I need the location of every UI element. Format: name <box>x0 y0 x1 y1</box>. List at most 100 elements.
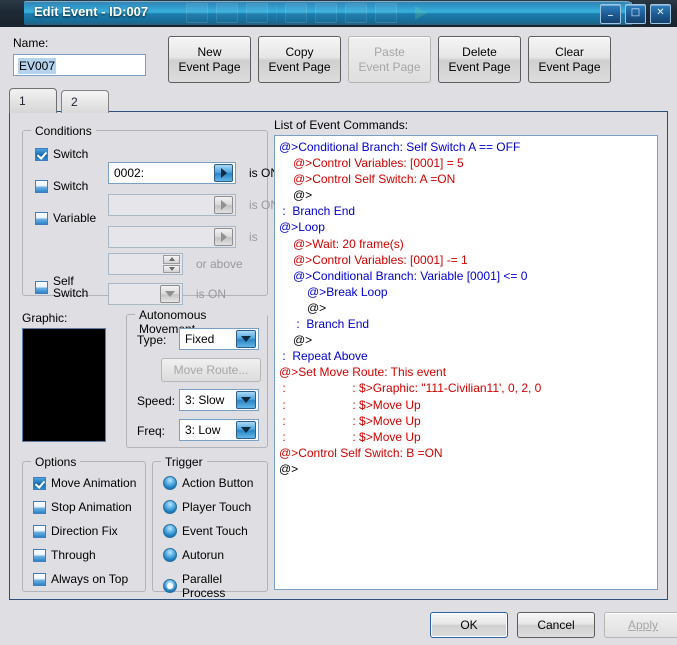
condition-variable-combo <box>108 226 236 248</box>
command-line[interactable]: : Branch End <box>277 316 657 332</box>
movement-speed-combo[interactable]: 3: Slow <box>179 389 259 411</box>
condition-variable-checkbox[interactable] <box>35 211 48 225</box>
trigger-action-button-radio[interactable] <box>163 476 177 490</box>
command-line[interactable]: @>Control Self Switch: A =ON <box>277 171 657 187</box>
trigger-parallel-process-radio[interactable] <box>163 579 177 593</box>
command-line[interactable]: @> <box>277 300 657 316</box>
option-stop-animation-checkbox[interactable] <box>33 500 46 514</box>
chevron-down-icon <box>160 285 180 303</box>
option-always-on-top-checkbox[interactable] <box>33 572 46 586</box>
condition-switch-2-checkbox[interactable] <box>35 179 48 193</box>
paste-event-page-button: Paste Event Page <box>348 36 431 83</box>
option-move-animation[interactable]: Move Animation <box>33 476 136 490</box>
trigger-player-touch[interactable]: Player Touch <box>163 500 251 514</box>
tab-page-1[interactable]: 1 <box>9 88 57 113</box>
condition-row-switch-2: Switch <box>35 179 261 193</box>
close-icon: ✕ <box>656 7 665 18</box>
command-line[interactable]: @> <box>277 187 657 203</box>
cancel-button-label: Cancel <box>537 618 575 632</box>
option-through[interactable]: Through <box>33 548 96 562</box>
option-through-checkbox[interactable] <box>33 548 46 562</box>
command-line[interactable]: : : $>Move Up <box>277 429 657 445</box>
graphic-label: Graphic: <box>22 311 68 325</box>
maximize-button[interactable]: □ <box>625 4 646 24</box>
ghost-icon-materialbase <box>315 3 337 23</box>
condition-switch-1-checkbox[interactable] <box>35 147 48 161</box>
option-move-animation-checkbox[interactable] <box>33 476 46 490</box>
tab-page-2[interactable]: 2 <box>61 90 109 113</box>
minimize-button[interactable]: – <box>600 4 621 24</box>
command-line[interactable]: : : $>Move Up <box>277 397 657 413</box>
trigger-event-touch-radio[interactable] <box>163 524 177 538</box>
movement-freq-combo[interactable]: 3: Low <box>179 419 259 441</box>
command-line[interactable]: : : $>Graphic: "111-Civilian11', 0, 2, 0 <box>277 380 657 396</box>
ghost-icon-zoom2 <box>216 3 238 23</box>
command-line[interactable]: @>Conditional Branch: Self Switch A == O… <box>277 139 657 155</box>
autonomous-movement-group: Autonomous Movement Type: Fixed Move Rou… <box>126 308 268 448</box>
title-bar: Edit Event - ID:007 – □ ✕ <box>0 0 677 27</box>
condition-self-switch-checkbox[interactable] <box>35 280 48 294</box>
command-line[interactable]: : Branch End <box>277 203 657 219</box>
trigger-player-touch-radio[interactable] <box>163 500 177 514</box>
command-line[interactable]: @> <box>277 332 657 348</box>
movement-type-combo[interactable]: Fixed <box>179 328 259 350</box>
condition-self-switch-combo <box>108 283 183 305</box>
dialog-buttons: OK Cancel Apply <box>430 612 677 638</box>
spinner-buttons <box>163 255 180 273</box>
graphic-preview[interactable] <box>22 328 106 442</box>
option-direction-fix-checkbox[interactable] <box>33 524 46 538</box>
clear-event-page-button[interactable]: Clear Event Page <box>528 36 611 83</box>
command-line[interactable]: @>Break Loop <box>277 284 657 300</box>
cancel-button[interactable]: Cancel <box>517 612 595 638</box>
command-line[interactable]: : : $>Move Up <box>277 413 657 429</box>
command-line[interactable]: @>Conditional Branch: Variable [0001] <=… <box>277 268 657 284</box>
ghost-icon-zoom3 <box>246 3 268 23</box>
trigger-parallel-process[interactable]: Parallel Process <box>163 572 267 600</box>
trigger-action-button[interactable]: Action Button <box>163 476 253 490</box>
new-event-page-button[interactable]: New Event Page <box>168 36 251 83</box>
command-line[interactable]: @>Loop <box>277 219 657 235</box>
tab-page-2-label: 2 <box>71 95 78 109</box>
command-line[interactable]: @>Control Variables: [0001] = 5 <box>277 155 657 171</box>
command-line[interactable]: @> <box>277 461 657 477</box>
copy-event-page-line1: Copy <box>285 44 314 59</box>
event-command-list[interactable]: @>Conditional Branch: Self Switch A == O… <box>274 135 658 590</box>
option-direction-fix[interactable]: Direction Fix <box>33 524 118 538</box>
option-always-on-top[interactable]: Always on Top <box>33 572 128 586</box>
new-event-page-line2: Event Page <box>178 59 241 74</box>
name-input-value: EV007 <box>18 58 57 74</box>
copy-event-page-button[interactable]: Copy Event Page <box>258 36 341 83</box>
trigger-event-touch[interactable]: Event Touch <box>163 524 248 538</box>
command-line[interactable]: @>Set Move Route: This event <box>277 364 657 380</box>
option-stop-animation[interactable]: Stop Animation <box>33 500 132 514</box>
ok-button[interactable]: OK <box>430 612 508 638</box>
ghost-icon-zoom1 <box>186 3 208 23</box>
movement-speed-chevron-down-icon[interactable] <box>236 391 256 409</box>
condition-self-switch-suffix: is ON <box>196 287 226 301</box>
movement-freq-chevron-down-icon[interactable] <box>236 421 256 439</box>
delete-event-page-button[interactable]: Delete Event Page <box>438 36 521 83</box>
command-line[interactable]: @>Wait: 20 frame(s) <box>277 236 657 252</box>
trigger-autorun-label: Autorun <box>182 548 225 562</box>
command-line[interactable]: @>Control Variables: [0001] -= 1 <box>277 252 657 268</box>
trigger-autorun[interactable]: Autorun <box>163 548 224 562</box>
window-title: Edit Event - ID:007 <box>34 4 149 19</box>
trigger-player-touch-label: Player Touch <box>182 500 252 514</box>
movement-type-chevron-down-icon[interactable] <box>236 330 256 348</box>
spinner-up-icon[interactable] <box>163 255 180 264</box>
trigger-autorun-radio[interactable] <box>163 548 177 562</box>
command-line[interactable]: @>Control Self Switch: B =ON <box>277 445 657 461</box>
move-route-button-label: Move Route... <box>173 363 249 377</box>
name-input[interactable]: EV007 <box>13 54 146 76</box>
command-list-label: List of Event Commands: <box>274 118 409 132</box>
movement-type-value: Fixed <box>185 332 215 346</box>
spinner-down-icon[interactable] <box>163 264 180 273</box>
close-button[interactable]: ✕ <box>650 4 671 24</box>
ghost-icon-script <box>345 3 367 23</box>
maximize-icon: □ <box>630 7 641 18</box>
ghost-separator <box>276 5 277 21</box>
new-event-page-line1: New <box>197 44 222 59</box>
command-line[interactable]: : Repeat Above <box>277 348 657 364</box>
apply-button-label: Apply <box>627 618 659 632</box>
condition-row-switch-1: Switch <box>35 147 261 161</box>
